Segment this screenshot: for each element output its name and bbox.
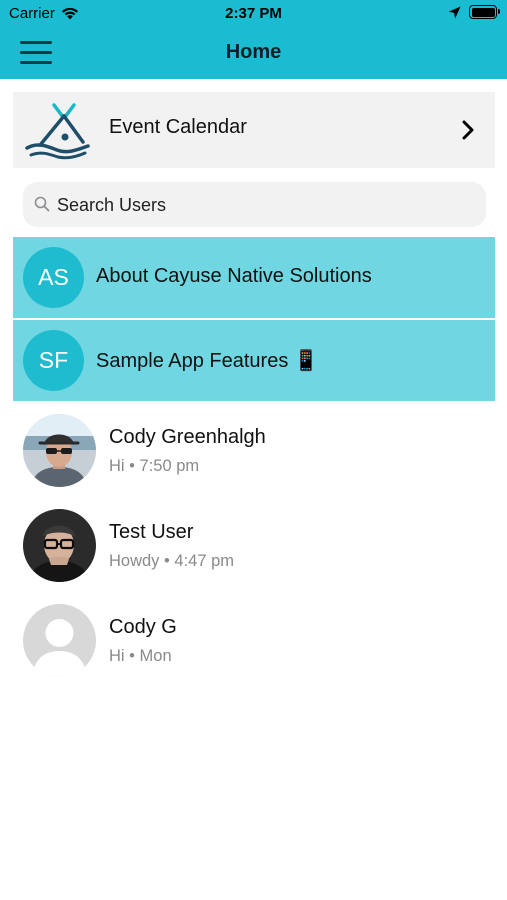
user-name: Cody G <box>109 616 177 638</box>
user-name: Cody Greenhalgh <box>109 426 266 448</box>
page-title: Home <box>225 41 282 63</box>
message-time: 7:50 pm <box>139 457 200 475</box>
message-time: 4:47 pm <box>174 552 235 570</box>
channel-row[interactable]: AS About Cayuse Native Solutions <box>13 237 495 318</box>
default-avatar-icon <box>23 604 96 677</box>
tipi-logo-icon <box>25 103 90 160</box>
channel-row[interactable]: SF Sample App Features 📱 <box>13 320 495 401</box>
message-time: Mon <box>139 647 172 665</box>
event-calendar-row[interactable]: Event Calendar <box>13 92 495 168</box>
last-message: Hi • 7:50 pm <box>109 457 200 475</box>
user-avatar <box>23 414 96 487</box>
message-preview: Hi <box>109 457 125 475</box>
top-bar: Carrier 2:37 PM Home <box>0 0 507 79</box>
channel-label: About Cayuse Native Solutions <box>96 265 372 287</box>
status-right-icons <box>448 5 500 19</box>
channel-label: Sample App Features 📱 <box>96 350 319 372</box>
last-message: Hi • Mon <box>109 647 172 665</box>
user-row[interactable]: Test User Howdy • 4:47 pm <box>0 507 507 597</box>
user-row[interactable]: Cody G Hi • Mon <box>0 602 507 692</box>
search-icon <box>34 196 50 212</box>
message-preview: Howdy <box>109 552 160 570</box>
user-row[interactable]: Cody Greenhalgh Hi • 7:50 pm <box>0 412 507 502</box>
channel-avatar: SF <box>23 330 84 391</box>
status-bar: Carrier 2:37 PM <box>0 0 507 28</box>
location-arrow-icon <box>448 6 461 18</box>
navigation-bar: Home <box>0 28 507 79</box>
event-calendar-label: Event Calendar <box>109 116 247 138</box>
search-users-field[interactable]: Search Users <box>23 182 486 227</box>
message-preview: Hi <box>109 647 125 665</box>
user-avatar <box>23 509 96 582</box>
channel-avatar: AS <box>23 247 84 308</box>
last-message: Howdy • 4:47 pm <box>109 552 235 570</box>
chevron-right-icon <box>462 120 474 140</box>
search-placeholder: Search Users <box>57 195 167 215</box>
status-time: 2:37 PM <box>225 5 282 22</box>
user-name: Test User <box>109 521 194 543</box>
battery-icon <box>469 5 500 19</box>
